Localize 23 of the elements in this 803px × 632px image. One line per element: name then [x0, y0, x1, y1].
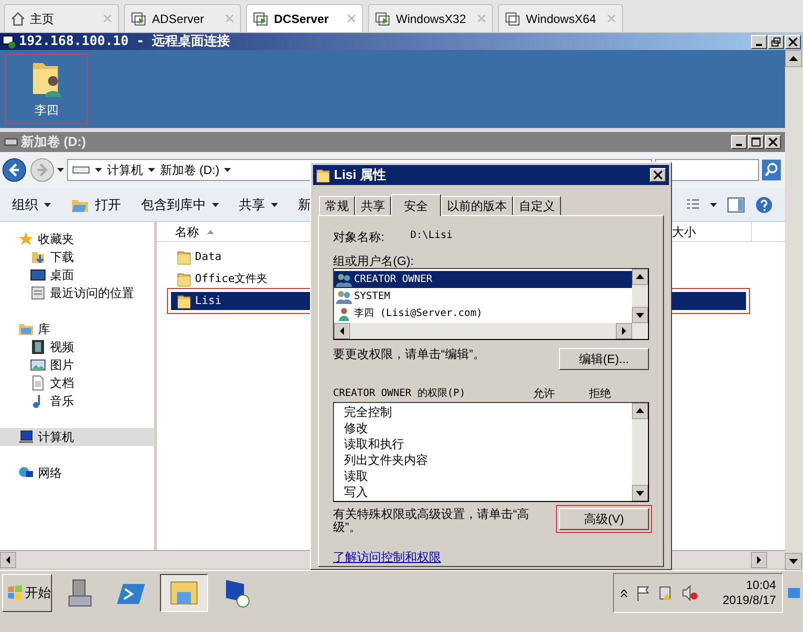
- icon-label: 李四: [34, 102, 58, 119]
- tab-label: WindowsX64: [526, 10, 596, 28]
- permissions-label: CREATOR OWNER 的权限(P): [333, 386, 466, 401]
- instruction-text: 有关特殊权限或高级设置，请单击“高级”。: [333, 508, 530, 534]
- column-header: 允许: [533, 387, 556, 402]
- permission-item: 读取和执行: [344, 436, 405, 452]
- field-label: 组或用户名(G):: [333, 253, 415, 268]
- tab-label: WindowsX32: [396, 10, 466, 28]
- instruction-text: 要更改权限，请单击“编辑”。: [333, 348, 486, 361]
- field-label: 对象名称:: [333, 229, 384, 244]
- permission-item: 修改: [344, 420, 369, 436]
- tab-label: DCServer: [274, 10, 330, 28]
- tab-label: ADServer: [152, 10, 206, 28]
- permission-item: 完全控制: [344, 404, 393, 420]
- column-header: 拒绝: [589, 387, 611, 402]
- window-title: 192.168.100.10 - 远程桌面连接: [19, 32, 232, 51]
- permission-item: 列出文件夹内容: [344, 452, 429, 468]
- object-name-value: D:\Lisi: [410, 229, 452, 243]
- permission-item: 读取: [344, 468, 369, 484]
- permission-item: 写入: [344, 484, 369, 500]
- dialog-title: Lisi 属性: [334, 166, 388, 184]
- window-title: 新加卷 (D:): [21, 133, 87, 152]
- tab-label: 主页: [30, 10, 55, 28]
